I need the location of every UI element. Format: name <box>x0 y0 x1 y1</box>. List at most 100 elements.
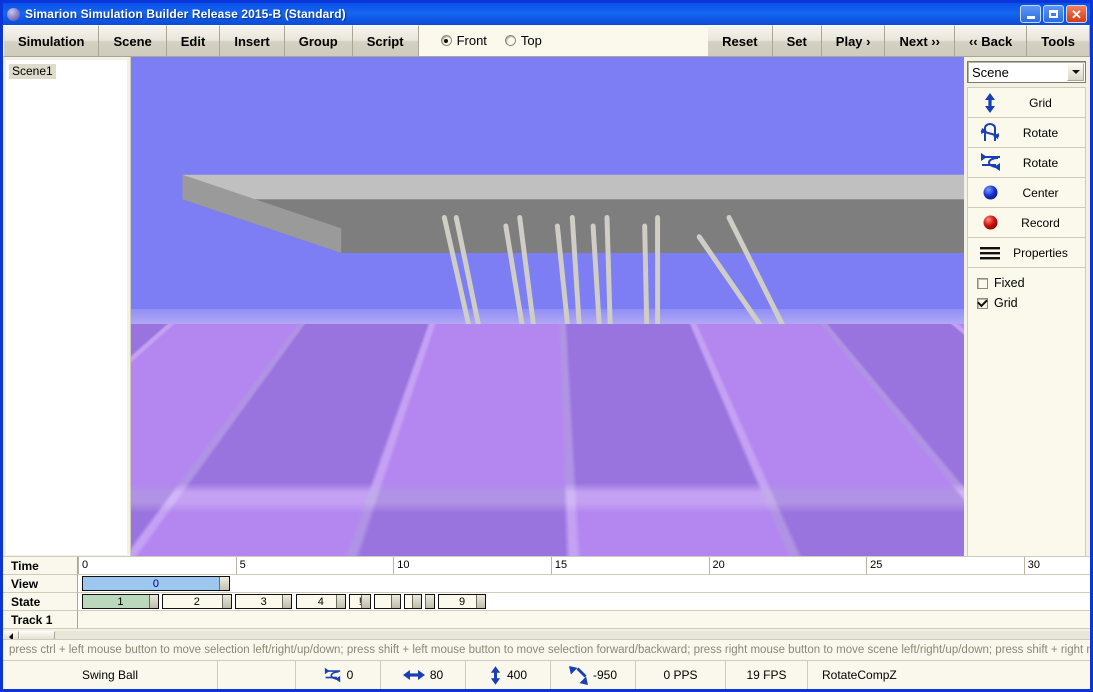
tool-panel: Scene Grid <box>964 57 1090 556</box>
menu-script[interactable]: Script <box>353 25 419 57</box>
timeline-tick: 10 <box>393 557 409 574</box>
timeline-state-clip[interactable] <box>404 594 422 609</box>
maximize-icon <box>1049 10 1058 18</box>
chevron-down-icon[interactable] <box>1067 63 1084 81</box>
timeline-track-1[interactable] <box>78 611 1090 629</box>
menu-insert[interactable]: Insert <box>220 25 284 57</box>
timeline-clip-handle[interactable] <box>361 595 370 608</box>
tool-properties-label: Properties <box>1012 246 1085 260</box>
status-vertical: 400 <box>466 661 551 689</box>
checkbox-grid[interactable]: Grid <box>977 296 1085 310</box>
tool-rotate-x[interactable]: Rotate <box>968 118 1085 148</box>
timeline-view-clip-label: 0 <box>153 578 159 590</box>
3d-viewport[interactable] <box>130 57 964 556</box>
timeline-tick: 15 <box>551 557 567 574</box>
tool-record[interactable]: Record <box>968 208 1085 238</box>
status-rotation: 0 <box>296 661 381 689</box>
radio-top[interactable]: Top <box>505 33 542 48</box>
maximize-button[interactable] <box>1043 5 1064 23</box>
status-horizontal-value: 80 <box>430 668 443 682</box>
timeline-state-clip[interactable]: 3 <box>235 594 293 609</box>
next-button[interactable]: Next ›› <box>885 25 954 57</box>
hamburger-lines-icon <box>968 246 1012 260</box>
set-button[interactable]: Set <box>773 25 822 57</box>
timeline-state-clip[interactable] <box>374 594 400 609</box>
checkbox-fixed-box[interactable] <box>977 278 988 289</box>
tool-center[interactable]: Center <box>968 178 1085 208</box>
minimize-icon <box>1027 16 1035 19</box>
timeline-state-clip-label: 9 <box>459 596 465 608</box>
checkbox-fixed[interactable]: Fixed <box>977 276 1085 290</box>
timeline-state-clip-label: 3 <box>261 596 267 608</box>
scene-tree-panel: Scene1 <box>3 57 130 556</box>
radio-top-label: Top <box>521 33 542 48</box>
timeline-clip-handle[interactable] <box>412 595 421 608</box>
checkbox-grid-label: Grid <box>994 296 1018 310</box>
status-depth: -950 <box>551 661 636 689</box>
hint-bar: press ctrl + left mouse button to move s… <box>3 639 1090 661</box>
newtons-cradle-model <box>131 57 964 556</box>
tools-button[interactable]: Tools <box>1027 25 1090 57</box>
status-pps: 0 PPS <box>636 661 726 689</box>
tree-item-scene1[interactable]: Scene1 <box>9 64 56 79</box>
arrows-diagonal-icon <box>569 666 588 685</box>
timeline-clip-handle[interactable] <box>336 595 345 608</box>
rotate-z-icon <box>968 152 1012 173</box>
status-vertical-value: 400 <box>507 668 527 682</box>
application-window: Simarion Simulation Builder Release 2015… <box>0 0 1093 692</box>
timeline-clip-handle[interactable] <box>149 595 158 608</box>
status-object-name: Swing Ball <box>3 661 218 689</box>
timeline-track-state[interactable]: 12 3 4! 9 <box>78 593 1090 611</box>
tool-grid-label: Grid <box>1012 96 1085 110</box>
timeline-clip-handle[interactable] <box>476 595 485 608</box>
menu-edit[interactable]: Edit <box>167 25 221 57</box>
timeline-state-clip[interactable]: 9 <box>438 594 486 609</box>
tool-rotate-z[interactable]: Rotate <box>968 148 1085 178</box>
tool-button-list: Grid Rotate <box>967 87 1086 268</box>
blue-dot-icon <box>968 185 1012 200</box>
arrows-vertical-icon <box>968 93 1012 113</box>
timeline-clip-handle[interactable] <box>219 577 229 590</box>
scene-tree[interactable]: Scene1 <box>5 59 128 556</box>
timeline-clip-handle[interactable] <box>282 595 291 608</box>
menu-scene[interactable]: Scene <box>99 25 166 57</box>
status-horizontal: 80 <box>381 661 466 689</box>
arrows-horizontal-icon <box>403 669 425 681</box>
window-title: Simarion Simulation Builder Release 2015… <box>25 7 1020 21</box>
status-mode: RotateCompZ <box>808 661 1090 689</box>
viewport-caret-down-icon[interactable] <box>912 547 922 552</box>
play-button[interactable]: Play › <box>822 25 886 57</box>
timeline-clip-handle[interactable] <box>391 595 400 608</box>
timeline-label-view: View <box>3 575 78 593</box>
radio-top-indicator <box>505 35 516 46</box>
timeline-clip-handle[interactable] <box>425 595 434 608</box>
timeline-tick: 25 <box>866 557 882 574</box>
checkbox-grid-box[interactable] <box>977 298 988 309</box>
timeline-state-clip[interactable]: 4 <box>296 594 347 609</box>
menu-simulation[interactable]: Simulation <box>3 25 99 57</box>
timeline-state-clip[interactable] <box>425 594 435 609</box>
minimize-button[interactable] <box>1020 5 1041 23</box>
timeline-track-view[interactable]: 0 <box>78 575 1090 593</box>
radio-front[interactable]: Front <box>441 33 487 48</box>
timeline-state-clip[interactable]: 2 <box>162 594 232 609</box>
checkbox-fixed-label: Fixed <box>994 276 1025 290</box>
timeline-ruler[interactable]: 051015202530 <box>78 557 1090 575</box>
back-button[interactable]: ‹‹ Back <box>955 25 1027 57</box>
close-button[interactable]: ✕ <box>1066 5 1087 23</box>
timeline-state-clip[interactable]: 1 <box>82 594 159 609</box>
tool-rotate-z-label: Rotate <box>1012 156 1085 170</box>
timeline-clip-handle[interactable] <box>222 595 231 608</box>
timeline-view-clip[interactable]: 0 <box>82 576 230 591</box>
status-bar: Swing Ball 0 80 400 <box>3 661 1090 689</box>
target-selector[interactable]: Scene <box>967 61 1086 83</box>
timeline-row-view: View 0 <box>3 575 1090 593</box>
tool-grid[interactable]: Grid <box>968 88 1085 118</box>
timeline-state-clip[interactable]: ! <box>349 594 371 609</box>
timeline-tick: 20 <box>709 557 725 574</box>
timeline-tick: 30 <box>1024 557 1040 574</box>
tool-properties[interactable]: Properties <box>968 238 1085 268</box>
reset-button[interactable]: Reset <box>708 25 772 57</box>
radio-front-label: Front <box>457 33 487 48</box>
menu-group[interactable]: Group <box>285 25 353 57</box>
